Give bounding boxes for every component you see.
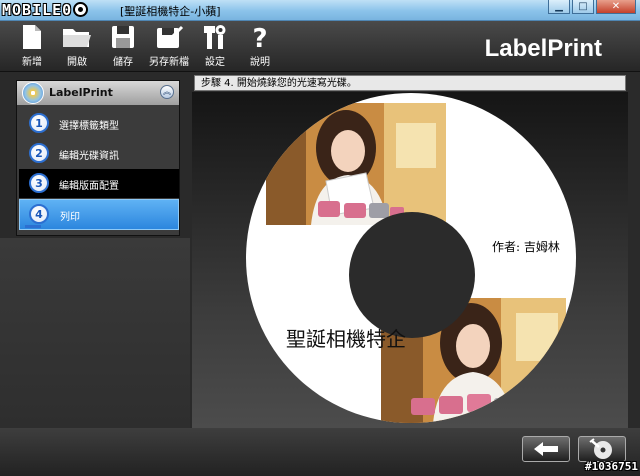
image-id-watermark: #1036751 — [585, 460, 638, 473]
help-label: 說明 — [250, 57, 270, 68]
title-bar: MOBILE0 [聖誕相機特企-小蘋] ▁ □ ✕ — [0, 0, 640, 21]
minimize-icon[interactable]: ▁ — [548, 0, 570, 14]
maximize-icon[interactable]: □ — [572, 0, 594, 14]
window-title: [聖誕相機特企-小蘋] — [120, 5, 221, 18]
step-number-3: 3 — [29, 173, 49, 193]
step-number-1: 1 — [29, 113, 49, 133]
steps-panel-header: LabelPrint ︽ — [17, 81, 179, 105]
left-background — [0, 238, 190, 428]
new-label: 新增 — [22, 57, 42, 68]
open-label: 開啟 — [67, 57, 87, 68]
save-as-icon — [157, 25, 184, 48]
labelprint-app-icon — [22, 82, 44, 104]
save-button[interactable]: 儲存 — [99, 23, 147, 68]
settings-label: 設定 — [205, 57, 225, 68]
step-label-4: 列印 — [60, 212, 80, 223]
mobile01-watermark-logo: MOBILE0 — [2, 1, 89, 19]
disc-title-text[interactable]: 聖誕相機特企 — [286, 323, 406, 352]
step-item-3[interactable]: 3 編輯版面配置 — [19, 169, 179, 198]
help-button[interactable]: ? 說明 — [236, 23, 284, 68]
step-item-2[interactable]: 2 編輯光碟資訊 — [19, 139, 179, 168]
brand-logo: LabelPrint — [484, 35, 602, 62]
back-arrow-icon — [534, 442, 558, 456]
step-item-1[interactable]: 1 選擇標籤類型 — [19, 109, 179, 138]
save-as-label: 另存新檔 — [149, 57, 189, 68]
steps-panel: LabelPrint ︽ 1 選擇標籤類型 2 編輯光碟資訊 3 編輯版面配置 … — [16, 80, 180, 236]
save-as-button[interactable]: 另存新檔 — [145, 23, 193, 68]
step-label-3: 編輯版面配置 — [59, 181, 119, 192]
app-window: MOBILE0 [聖誕相機特企-小蘋] ▁ □ ✕ 新增 開啟 儲存 另存新檔 … — [0, 0, 640, 476]
settings-button[interactable]: 設定 — [191, 23, 239, 68]
svg-text:?: ? — [252, 24, 267, 51]
disc-author-text[interactable]: 作者: 吉姆林 — [492, 238, 560, 255]
step-label-2: 編輯光碟資訊 — [59, 151, 119, 162]
steps-panel-title: LabelPrint — [49, 86, 113, 99]
back-button[interactable] — [522, 436, 570, 462]
save-label: 儲存 — [113, 57, 133, 68]
tools-icon — [204, 25, 226, 49]
help-icon: ? — [252, 24, 267, 51]
close-icon[interactable]: ✕ — [596, 0, 636, 14]
open-button[interactable]: 開啟 — [53, 23, 101, 68]
disc-burn-icon — [589, 438, 612, 459]
burn-button[interactable] — [578, 436, 626, 462]
new-button[interactable]: 新增 — [8, 23, 56, 68]
disc-center-hole — [349, 212, 475, 338]
disc-photo-top — [266, 103, 446, 225]
step-label-1: 選擇標籤類型 — [59, 121, 119, 132]
collapse-icon[interactable]: ︽ — [160, 85, 174, 99]
new-file-icon — [23, 25, 41, 49]
step-item-4[interactable]: 4 列印 — [19, 199, 179, 230]
step-number-4: 4 — [25, 204, 49, 228]
disc-label-preview: 作者: 吉姆林 聖誕相機特企 — [246, 93, 576, 423]
step-number-2: 2 — [29, 143, 49, 163]
step-instruction-bar: 步驟 4. 開始燒錄您的光速寫光碟。 — [194, 75, 626, 91]
save-disk-icon — [112, 26, 134, 48]
open-folder-icon — [63, 29, 91, 47]
toolbar: 新增 開啟 儲存 另存新檔 設定 ? 說明 LabelPrint — [0, 21, 640, 72]
